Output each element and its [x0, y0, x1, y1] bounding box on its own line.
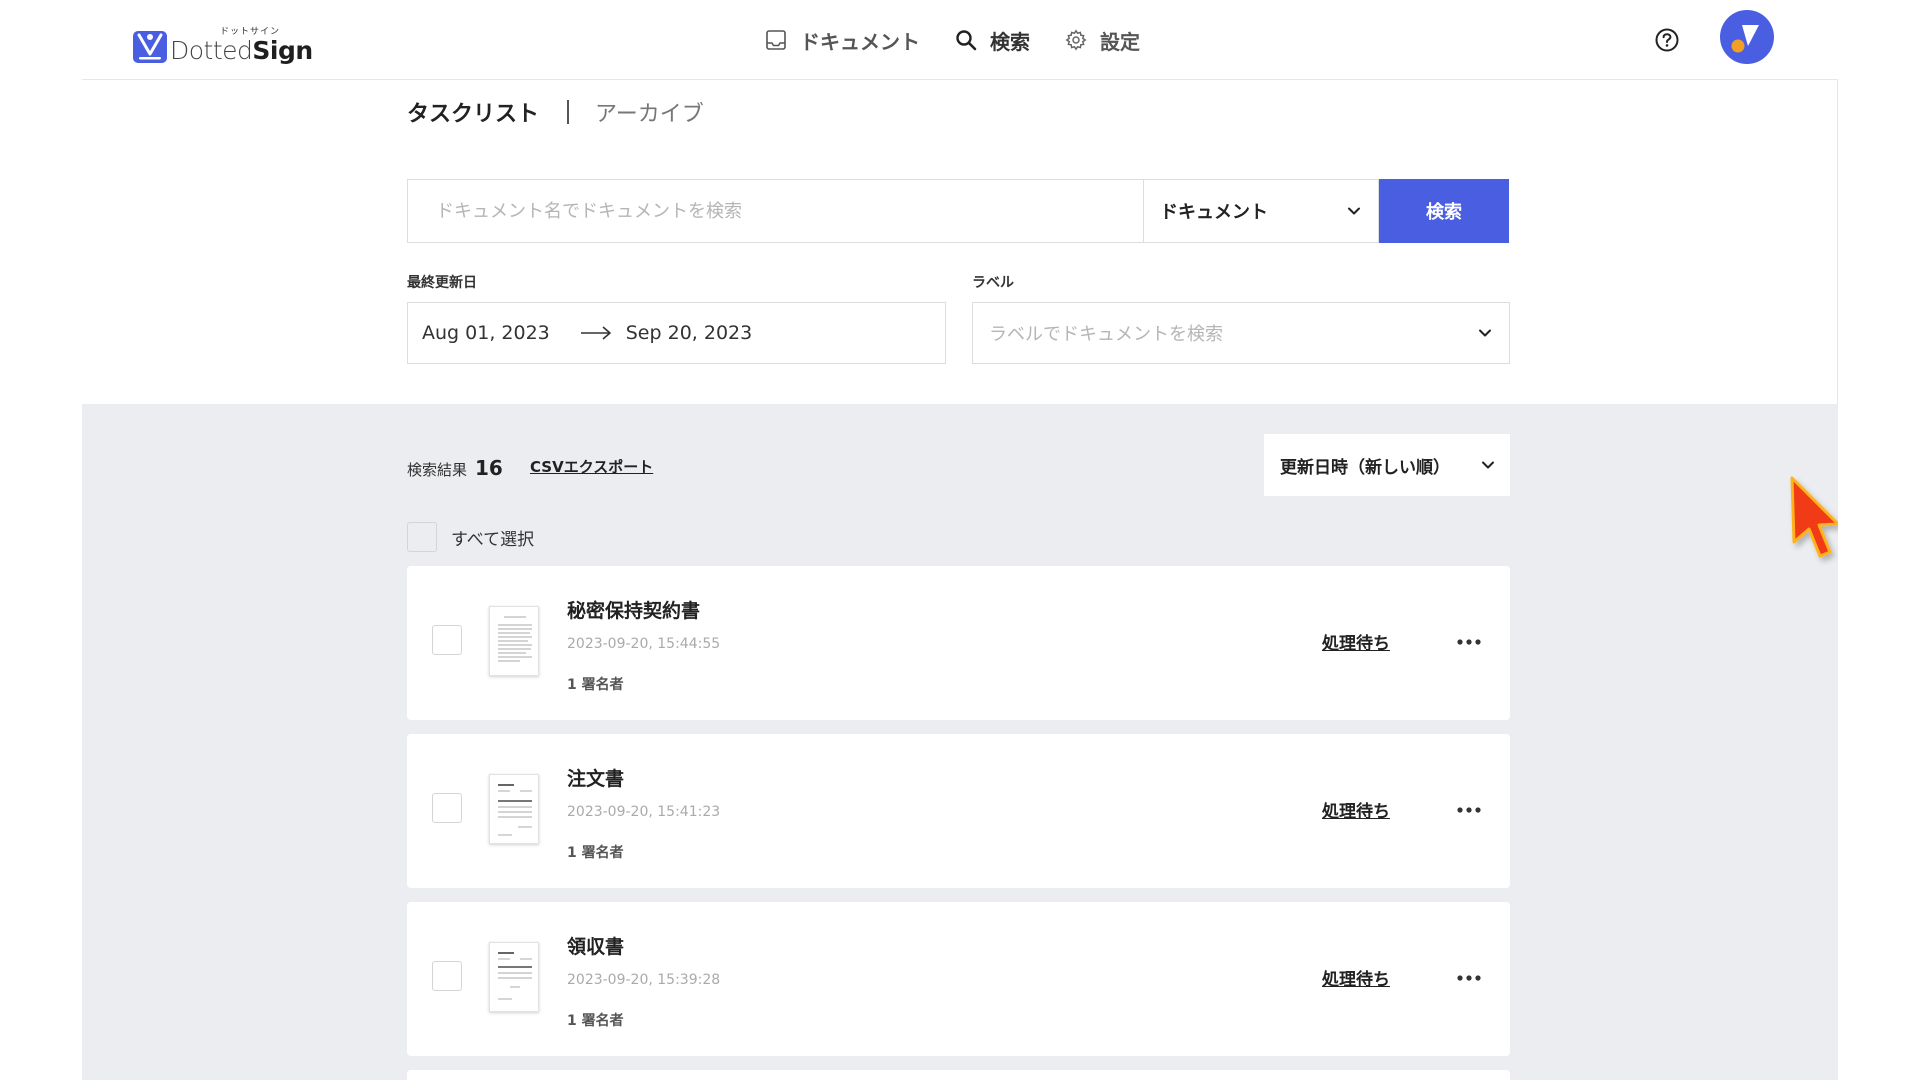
csv-export-link[interactable]: CSVエクスポート [530, 456, 653, 477]
more-options-icon[interactable] [1455, 964, 1483, 992]
select-all-checkbox[interactable] [407, 522, 437, 552]
tab-tasklist[interactable]: タスクリスト [407, 96, 539, 128]
document-status-link[interactable]: 処理待ち [1322, 629, 1390, 654]
document-preview-icon [498, 952, 532, 1000]
nav-settings[interactable]: 設定 [1064, 26, 1140, 55]
nav-search-label: 検索 [990, 29, 1030, 54]
date-filter-label: 最終更新日 [407, 275, 477, 291]
date-range-picker[interactable]: Aug 01, 2023 Sep 20, 2023 [407, 302, 946, 364]
document-checkbox[interactable] [432, 793, 462, 823]
nav-documents[interactable]: ドキュメント [764, 26, 920, 55]
logo-sign: Sign [252, 36, 313, 65]
document-signers: 1 署名者 [567, 677, 624, 693]
logo-dotted: Dotted [170, 36, 253, 65]
date-from: Aug 01, 2023 [422, 322, 550, 344]
document-status-link[interactable]: 処理待ち [1322, 797, 1390, 822]
document-title[interactable]: 領収書 [567, 932, 624, 959]
document-preview-icon [498, 616, 532, 662]
document-card[interactable]: 注文書 2023-09-20, 15:41:23 1 署名者 処理待ち [407, 734, 1510, 888]
label-select[interactable]: ラベルでドキュメントを検索 [972, 302, 1510, 364]
more-options-icon[interactable] [1455, 628, 1483, 656]
search-type-value: ドキュメント [1160, 202, 1268, 223]
document-checkbox[interactable] [432, 625, 462, 655]
document-thumbnail [489, 606, 539, 676]
select-all[interactable]: すべて選択 [407, 522, 534, 552]
page-tabs: タスクリスト アーカイブ [407, 94, 704, 130]
pointer-cursor-icon [1790, 476, 1838, 558]
document-thumbnail [489, 774, 539, 844]
more-options-icon[interactable] [1455, 796, 1483, 824]
document-card[interactable] [407, 1070, 1510, 1080]
chevron-down-icon [1348, 207, 1360, 215]
document-checkbox[interactable] [432, 961, 462, 991]
document-preview-icon [498, 784, 532, 836]
nav-search[interactable]: 検索 [954, 26, 1030, 55]
logo-icon [133, 31, 167, 63]
document-timestamp: 2023-09-20, 15:44:55 [567, 636, 721, 652]
label-select-placeholder: ラベルでドキュメントを検索 [989, 324, 1223, 345]
gear-icon [1064, 28, 1088, 52]
search-button[interactable]: 検索 [1379, 179, 1509, 243]
result-count: 検索結果 16 [407, 456, 503, 480]
sort-value: 更新日時（新しい順） [1280, 457, 1450, 478]
label-filter-label: ラベル [972, 275, 1014, 291]
arrow-right-icon [580, 326, 611, 340]
document-signers: 1 署名者 [567, 845, 624, 861]
sort-select[interactable]: 更新日時（新しい順） [1264, 434, 1510, 496]
search-icon [954, 28, 978, 52]
select-all-label: すべて選択 [451, 529, 535, 550]
document-title[interactable]: 注文書 [567, 764, 624, 791]
inbox-icon [764, 28, 788, 52]
document-card[interactable]: 秘密保持契約書 2023-09-20, 15:44:55 1 署名者 処理待ち [407, 566, 1510, 720]
nav-documents-label: ドキュメント [800, 29, 920, 54]
result-count-label: 検索結果 [407, 461, 468, 479]
avatar-logo-icon [1731, 25, 1759, 53]
logo-text: DottedSign [170, 36, 313, 65]
document-card[interactable]: 領収書 2023-09-20, 15:39:28 1 署名者 処理待ち [407, 902, 1510, 1056]
document-thumbnail [489, 942, 539, 1012]
top-header: ドットサイン DottedSign ドキュメント 検索 設定 [82, 0, 1838, 80]
main-nav: ドキュメント 検索 設定 [764, 22, 1174, 58]
avatar[interactable] [1720, 10, 1774, 64]
tab-archive[interactable]: アーカイブ [595, 96, 704, 128]
results-panel: 検索結果 16 CSVエクスポート 更新日時（新しい順） すべて選択 秘密保持契… [82, 404, 1838, 1080]
document-title[interactable]: 秘密保持契約書 [567, 596, 700, 623]
chevron-down-icon [1482, 461, 1494, 469]
chevron-down-icon [1479, 329, 1491, 337]
nav-settings-label: 設定 [1100, 29, 1140, 54]
document-status-link[interactable]: 処理待ち [1322, 965, 1390, 990]
app-frame: ドットサイン DottedSign ドキュメント 検索 設定 タスクリスト アー… [82, 0, 1838, 1080]
date-to: Sep 20, 2023 [625, 322, 753, 344]
tab-divider [567, 100, 570, 124]
document-timestamp: 2023-09-20, 15:41:23 [567, 804, 721, 820]
result-count-number: 16 [475, 456, 503, 480]
search-bar: ドキュメント 検索 [407, 179, 1509, 243]
search-input[interactable] [407, 179, 1143, 243]
document-signers: 1 署名者 [567, 1013, 624, 1029]
search-type-select[interactable]: ドキュメント [1143, 179, 1379, 243]
document-timestamp: 2023-09-20, 15:39:28 [567, 972, 721, 988]
logo[interactable]: ドットサイン DottedSign [132, 16, 313, 65]
help-icon[interactable] [1654, 27, 1680, 53]
